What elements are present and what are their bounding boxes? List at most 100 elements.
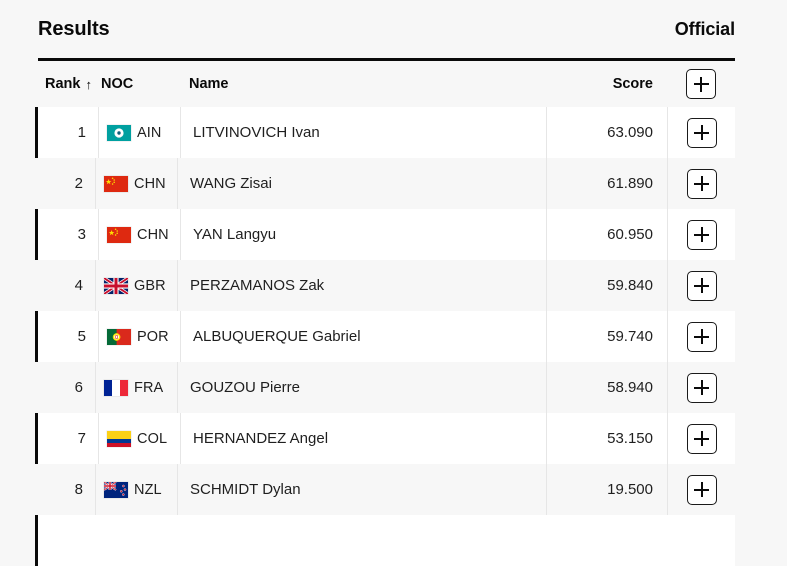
expand-row-button[interactable]	[686, 168, 717, 199]
column-header-noc-label: NOC	[101, 76, 134, 92]
rank-value: 2	[74, 175, 83, 192]
noc-cell: COL	[98, 413, 180, 464]
noc-cell: GBR	[95, 260, 177, 311]
score-cell: 58.940	[546, 362, 667, 413]
panel-header: Results Official	[38, 0, 735, 58]
rank-cell: 6	[38, 362, 95, 413]
flag-chn-icon	[107, 226, 131, 243]
name-cell: SCHMIDT Dylan	[177, 464, 546, 515]
score-value: 58.940	[607, 379, 653, 396]
expand-row-button[interactable]	[686, 474, 717, 505]
expand-row-button[interactable]	[686, 117, 717, 148]
flag-gbr-icon	[104, 277, 128, 294]
score-cell: 19.500	[546, 464, 667, 515]
score-cell: 63.090	[546, 107, 667, 158]
expand-row-button[interactable]	[686, 321, 717, 352]
table-row[interactable]: 2 CHN WANG Zisai 61.890	[38, 158, 735, 209]
plus-icon	[694, 380, 709, 395]
expand-cell	[667, 260, 735, 311]
plus-icon	[694, 431, 709, 446]
score-value: 63.090	[607, 124, 653, 141]
table-header-row: Rank ↑ NOC Name Score	[38, 61, 735, 107]
noc-code: AIN	[137, 124, 162, 141]
results-table: Rank ↑ NOC Name Score 1 AIN LITVINOVICH Iv…	[35, 58, 735, 566]
rank-value: 8	[74, 481, 83, 498]
noc-cell: FRA	[95, 362, 177, 413]
expand-cell	[667, 464, 735, 515]
expand-cell	[667, 209, 735, 260]
athlete-name: ALBUQUERQUE Gabriel	[193, 328, 361, 345]
expand-cell	[667, 413, 735, 464]
athlete-name: PERZAMANOS Zak	[190, 277, 325, 294]
flag-ain-icon	[107, 124, 131, 141]
noc-cell: CHN	[98, 209, 180, 260]
plus-icon	[694, 278, 709, 293]
score-value: 53.150	[607, 430, 653, 447]
score-cell: 61.890	[546, 158, 667, 209]
expand-row-button[interactable]	[686, 423, 717, 454]
expand-row-button[interactable]	[686, 219, 717, 250]
flag-nzl-icon	[104, 481, 128, 498]
column-header-name[interactable]: Name	[177, 61, 546, 107]
noc-cell: AIN	[98, 107, 180, 158]
table-row[interactable]: 3 CHN YAN Langyu 60.950	[35, 209, 735, 260]
page-title: Results	[38, 17, 110, 40]
noc-code: CHN	[137, 226, 169, 243]
plus-icon	[694, 227, 709, 242]
name-cell: ALBUQUERQUE Gabriel	[180, 311, 546, 362]
rank-cell: 7	[41, 413, 98, 464]
athlete-name: HERNANDEZ Angel	[193, 430, 329, 447]
column-header-score-label: Score	[612, 76, 653, 92]
expand-row-button[interactable]	[686, 270, 717, 301]
noc-cell: POR	[98, 311, 180, 362]
column-header-rank[interactable]: Rank ↑	[38, 61, 95, 107]
athlete-name: YAN Langyu	[193, 226, 277, 243]
noc-cell: CHN	[95, 158, 177, 209]
rank-value: 7	[77, 430, 86, 447]
athlete-name: SCHMIDT Dylan	[190, 481, 301, 498]
expand-cell	[667, 362, 735, 413]
status-badge: Official	[674, 18, 735, 39]
rank-cell: 2	[38, 158, 95, 209]
rank-cell: 5	[41, 311, 98, 362]
column-header-expand	[667, 61, 735, 107]
score-value: 61.890	[607, 175, 653, 192]
name-cell: HERNANDEZ Angel	[180, 413, 546, 464]
plus-icon	[694, 125, 709, 140]
score-value: 59.740	[607, 328, 653, 345]
flag-chn-icon	[104, 175, 128, 192]
expand-cell	[667, 107, 735, 158]
table-row[interactable]: 8 NZL SCHMIDT Dylan 19.500	[38, 464, 735, 515]
rank-value: 6	[74, 379, 83, 396]
plus-icon	[694, 329, 709, 344]
athlete-name: GOUZOU Pierre	[190, 379, 301, 396]
column-header-score[interactable]: Score	[546, 61, 667, 107]
expand-all-button[interactable]	[686, 69, 716, 99]
table-row[interactable]: 5 POR ALBUQUERQUE Gabriel 59.740	[35, 311, 735, 362]
noc-code: NZL	[134, 481, 162, 498]
rank-value: 1	[77, 124, 86, 141]
noc-code: POR	[137, 328, 169, 345]
flag-col-icon	[107, 430, 131, 447]
name-cell: YAN Langyu	[180, 209, 546, 260]
expand-row-button[interactable]	[686, 372, 717, 403]
name-cell: GOUZOU Pierre	[177, 362, 546, 413]
table-row[interactable]: 6 FRA GOUZOU Pierre 58.940	[38, 362, 735, 413]
expand-cell	[667, 311, 735, 362]
score-cell: 53.150	[546, 413, 667, 464]
name-cell: WANG Zisai	[177, 158, 546, 209]
noc-cell: NZL	[95, 464, 177, 515]
column-header-noc[interactable]: NOC	[95, 61, 177, 107]
flag-por-icon	[107, 328, 131, 345]
score-value: 59.840	[607, 277, 653, 294]
plus-icon	[694, 176, 709, 191]
rank-value: 5	[77, 328, 86, 345]
table-row[interactable]: 1 AIN LITVINOVICH Ivan 63.090	[35, 107, 735, 158]
table-row[interactable]: 7 COL HERNANDEZ Angel 53.150	[35, 413, 735, 464]
rank-cell: 1	[41, 107, 98, 158]
plus-icon	[694, 482, 709, 497]
name-cell: PERZAMANOS Zak	[177, 260, 546, 311]
table-row[interactable]: 4 GBR PERZAMANOS Zak 59.840	[38, 260, 735, 311]
rank-value: 3	[77, 226, 86, 243]
noc-code: COL	[137, 430, 168, 447]
